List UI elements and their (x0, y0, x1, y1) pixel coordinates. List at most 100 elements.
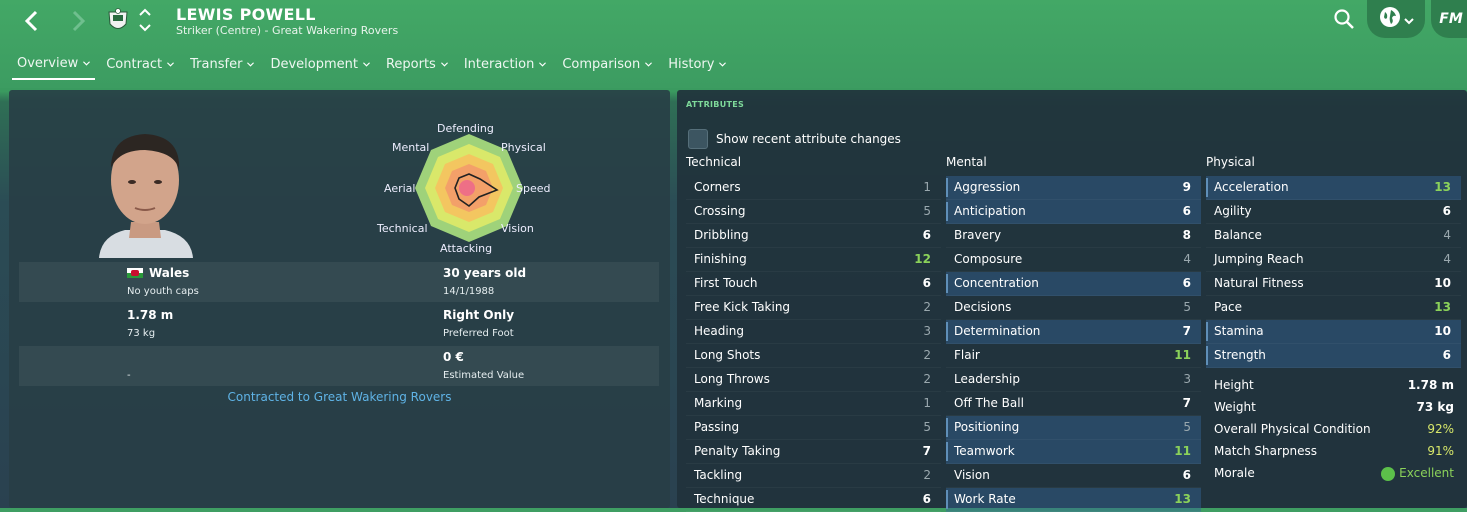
highlight-bar (946, 322, 948, 341)
attribute-row[interactable]: Dribbling 6 (686, 224, 941, 248)
info-morale: Morale Excellent (1204, 462, 1464, 484)
attribute-row[interactable]: Tackling 2 (686, 464, 941, 488)
unknown-value: - (127, 370, 131, 381)
mental-attributes: Aggression 9 Anticipation 6 Bravery 8 Composur… (946, 176, 1201, 512)
attribute-row[interactable]: Natural Fitness 10 (1206, 272, 1461, 296)
attribute-row[interactable]: Marking 1 (686, 392, 941, 416)
attribute-row[interactable]: First Touch 6 (686, 272, 941, 296)
back-arrow-icon[interactable] (16, 6, 46, 36)
attribute-name: Penalty Taking (694, 444, 781, 458)
attribute-row[interactable]: Work Rate 13 (946, 488, 1201, 512)
forward-arrow-icon[interactable] (64, 6, 94, 36)
attribute-row[interactable]: Finishing 12 (686, 248, 941, 272)
player-age: 30 years old (443, 266, 527, 280)
attribute-name: Corners (694, 180, 741, 194)
date-of-birth: 14/1/1988 (443, 286, 495, 297)
attribute-row[interactable]: Technique 6 (686, 488, 941, 512)
player-weight: 73 kg (127, 328, 156, 339)
player-switch-arrows-icon[interactable] (137, 6, 153, 34)
attribute-row[interactable]: Determination 7 (946, 320, 1201, 344)
info-match-sharpness: Match Sharpness 91% (1204, 440, 1464, 462)
show-changes-toggle[interactable]: Show recent attribute changes (688, 129, 901, 149)
attribute-name: Balance (1214, 228, 1262, 242)
attribute-name: Natural Fitness (1214, 276, 1304, 290)
attribute-row[interactable]: Acceleration 13 (1206, 176, 1461, 200)
tab-label: Contract (106, 57, 163, 72)
attribute-value: 6 (1182, 276, 1191, 290)
attribute-value: 5 (1183, 300, 1191, 314)
fm-logo[interactable]: FM (1431, 0, 1467, 38)
info-value: 73 kg (1416, 400, 1454, 414)
attribute-name: Leadership (954, 372, 1020, 386)
attribute-row[interactable]: Strength 6 (1206, 344, 1461, 368)
attribute-name: Tackling (694, 468, 743, 482)
attribute-row[interactable]: Long Shots 2 (686, 344, 941, 368)
globe-menu-button[interactable] (1367, 0, 1425, 38)
show-changes-checkbox[interactable] (688, 129, 708, 149)
attribute-row[interactable]: Passing 5 (686, 416, 941, 440)
club-badge-icon[interactable] (106, 8, 130, 34)
attribute-value: 13 (1434, 300, 1451, 314)
attribute-row[interactable]: Penalty Taking 7 (686, 440, 941, 464)
attribute-row[interactable]: Composure 4 (946, 248, 1201, 272)
attributes-panel: ATTRIBUTES Show recent attribute changes… (677, 90, 1467, 512)
attribute-name: Long Shots (694, 348, 761, 362)
tab-label: Reports (385, 57, 436, 72)
attribute-row[interactable]: Positioning 5 (946, 416, 1201, 440)
attribute-row[interactable]: Off The Ball 7 (946, 392, 1201, 416)
attribute-row[interactable]: Flair 11 (946, 344, 1201, 368)
attribute-row[interactable]: Teamwork 11 (946, 440, 1201, 464)
attribute-row[interactable]: Balance 4 (1206, 224, 1461, 248)
tab-history[interactable]: History (663, 52, 731, 80)
highlight-bar (1206, 178, 1208, 197)
youth-caps: No youth caps (127, 286, 199, 297)
attribute-row[interactable]: Aggression 9 (946, 176, 1201, 200)
attribute-row[interactable]: Bravery 8 (946, 224, 1201, 248)
tab-comparison[interactable]: Comparison (557, 52, 657, 80)
attribute-name: Strength (1214, 348, 1266, 362)
tab-reports[interactable]: Reports (381, 52, 453, 80)
tab-bar: Overview Contract Transfer Development R… (12, 52, 737, 80)
highlight-bar (1206, 322, 1208, 341)
attribute-row[interactable]: Decisions 5 (946, 296, 1201, 320)
tab-contract[interactable]: Contract (101, 52, 179, 80)
info-value: 91% (1427, 444, 1454, 458)
attribute-row[interactable]: Agility 6 (1206, 200, 1461, 224)
chevron-down-icon (83, 61, 91, 66)
tab-label: Transfer (190, 57, 243, 72)
radar-label-mental: Mental (392, 141, 430, 154)
attribute-row[interactable]: Jumping Reach 4 (1206, 248, 1461, 272)
attribute-row[interactable]: Free Kick Taking 2 (686, 296, 941, 320)
globe-icon (1379, 6, 1401, 32)
attribute-row[interactable]: Corners 1 (686, 176, 941, 200)
attribute-row[interactable]: Stamina 10 (1206, 320, 1461, 344)
highlight-bar (1206, 346, 1208, 365)
tab-interaction[interactable]: Interaction (459, 52, 552, 80)
attribute-name: Stamina (1214, 324, 1264, 338)
tab-overview[interactable]: Overview (12, 52, 96, 80)
contract-link[interactable]: Contracted to Great Wakering Rovers (9, 390, 670, 404)
attribute-name: Jumping Reach (1214, 252, 1304, 266)
attribute-name: First Touch (694, 276, 758, 290)
search-icon[interactable] (1333, 8, 1355, 30)
attribute-row[interactable]: Anticipation 6 (946, 200, 1201, 224)
tab-development[interactable]: Development (265, 52, 375, 80)
attribute-row[interactable]: Long Throws 2 (686, 368, 941, 392)
attribute-row[interactable]: Crossing 5 (686, 200, 941, 224)
player-name: LEWIS POWELL (176, 5, 316, 24)
attribute-name: Agility (1214, 204, 1252, 218)
mental-heading: Mental (946, 155, 987, 169)
attribute-row[interactable]: Pace 13 (1206, 296, 1461, 320)
attribute-row[interactable]: Concentration 6 (946, 272, 1201, 296)
attribute-row[interactable]: Vision 6 (946, 464, 1201, 488)
attribute-name: Decisions (954, 300, 1012, 314)
attribute-row[interactable]: Leadership 3 (946, 368, 1201, 392)
radar-label-attacking: Attacking (440, 242, 493, 255)
technical-heading: Technical (686, 155, 742, 169)
attribute-value: 9 (1182, 180, 1191, 194)
attribute-value: 2 (923, 372, 931, 386)
tab-transfer[interactable]: Transfer (185, 52, 259, 80)
attribute-row[interactable]: Heading 3 (686, 320, 941, 344)
technical-attributes: Corners 1 Crossing 5 Dribbling 6 Finishing 12 Fi… (686, 176, 941, 512)
info-value: Excellent (1399, 466, 1454, 480)
